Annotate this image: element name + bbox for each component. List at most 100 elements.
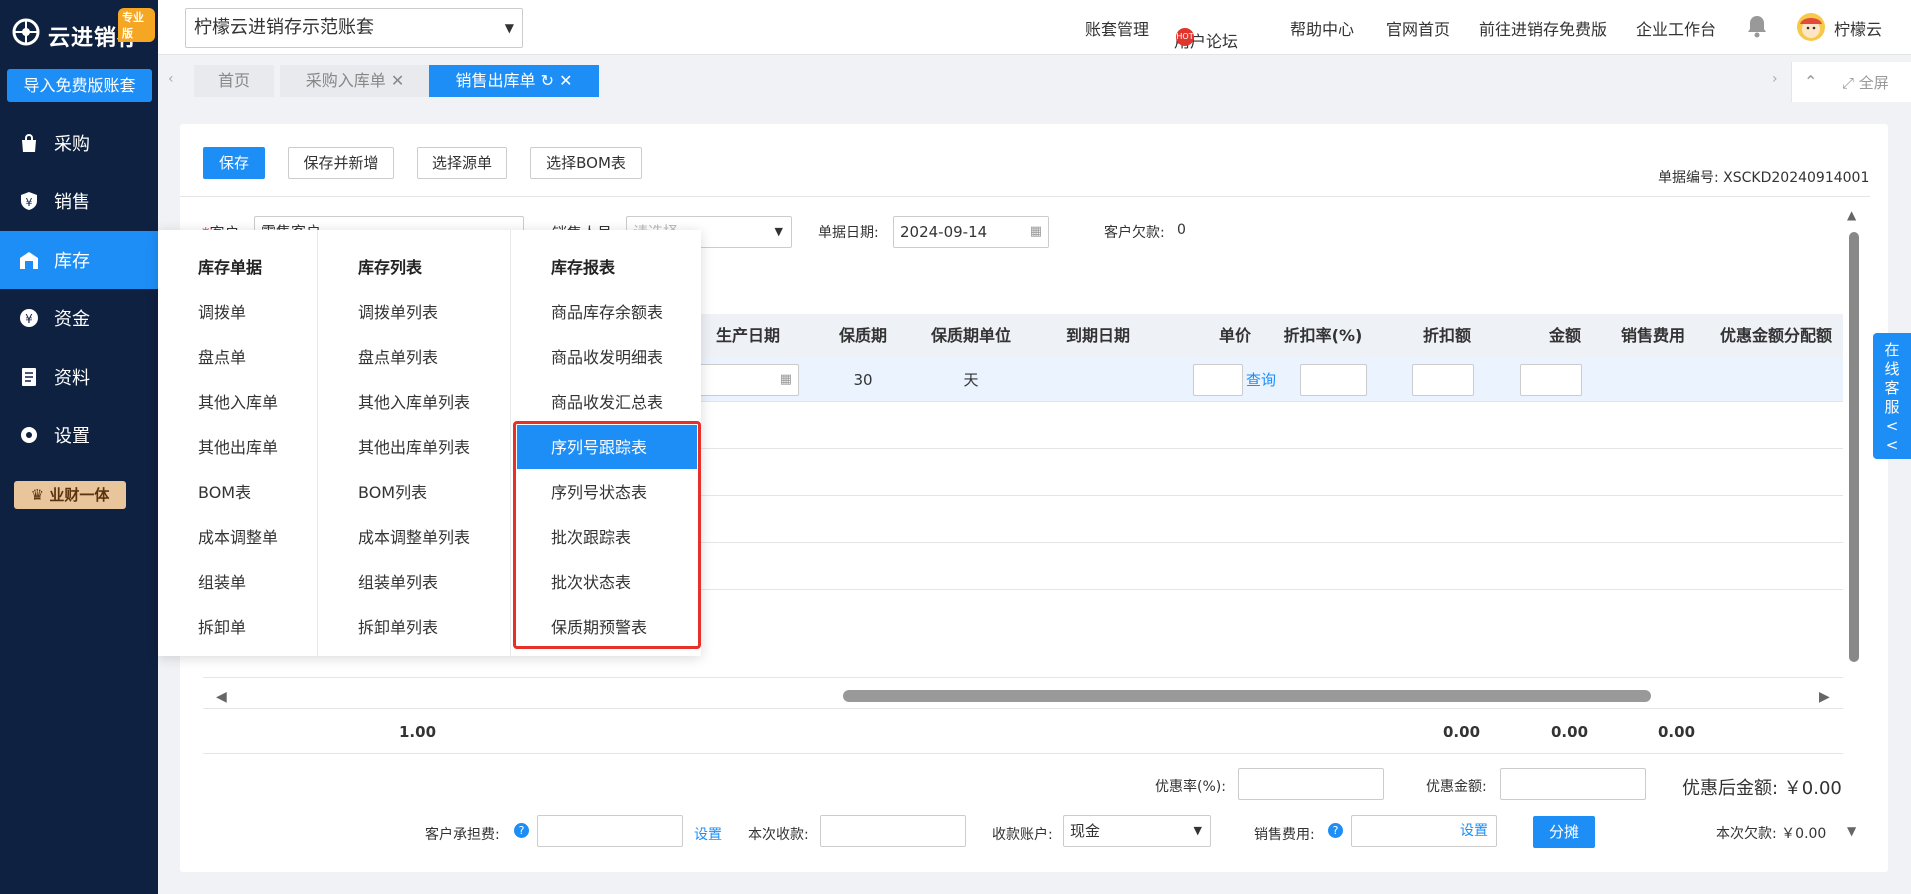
menu-item-cost-adjustment[interactable]: 成本调整单 bbox=[198, 524, 278, 548]
discount-amount-field[interactable] bbox=[1500, 768, 1646, 800]
total-quantity: 1.00 bbox=[399, 723, 437, 741]
current-debt: 本次欠款: ￥0.00 bbox=[1716, 826, 1827, 842]
select-source-button[interactable]: 选择源单 bbox=[417, 147, 507, 179]
menu-item-stock-balance[interactable]: 商品库存余额表 bbox=[551, 299, 663, 323]
fullscreen-button[interactable]: ⤢ 全屏 bbox=[1842, 72, 1889, 93]
menu-item-other-inbound-list[interactable]: 其他入库单列表 bbox=[358, 389, 470, 413]
menu-item-disassembly[interactable]: 拆卸单 bbox=[198, 614, 246, 638]
document-number: 单据编号: XSCKD20240914001 bbox=[1658, 170, 1870, 186]
help-icon[interactable]: ? bbox=[514, 823, 529, 838]
col-expiry-date: 到期日期 bbox=[1065, 326, 1130, 345]
col-sales-expense: 销售费用 bbox=[1620, 326, 1685, 345]
avatar[interactable] bbox=[1796, 12, 1826, 46]
set-link[interactable]: 设置 bbox=[1460, 816, 1488, 846]
divider bbox=[510, 230, 511, 656]
free-version-link[interactable]: 前往进销存免费版 bbox=[1479, 16, 1607, 40]
tab-tools: ⌃ ⤢ 全屏 bbox=[1791, 62, 1911, 102]
discount-rate-field[interactable] bbox=[1238, 768, 1384, 800]
col-shelf-life: 保质期 bbox=[838, 326, 887, 345]
scroll-up-icon[interactable]: ▲ bbox=[1847, 208, 1856, 222]
scroll-left-icon[interactable]: ◀ bbox=[216, 689, 227, 705]
tabs-scroll-right-icon[interactable]: › bbox=[1772, 71, 1778, 87]
scroll-down-icon[interactable]: ▼ bbox=[1847, 824, 1856, 838]
sidebar-item-data[interactable]: 资料 bbox=[0, 348, 158, 406]
inventory-documents-heading: 库存单据 bbox=[198, 258, 263, 277]
col-discount-rate: 折扣率(%) bbox=[1283, 326, 1363, 345]
horizontal-scrollbar[interactable] bbox=[843, 690, 1651, 702]
menu-item-other-outbound[interactable]: 其他出库单 bbox=[198, 434, 278, 458]
top-bar: 柠檬云进销存示范账套 ▼ 账套管理 用户论坛 HOT 帮助中心 官网首页 前往进销… bbox=[158, 0, 1911, 55]
customer-debt-value: 0 bbox=[1177, 222, 1186, 238]
sidebar-item-settings[interactable]: 设置 bbox=[0, 406, 158, 464]
help-center-link[interactable]: 帮助中心 bbox=[1290, 16, 1354, 40]
tab-purchase-receipt[interactable]: 采购入库单 ✕ bbox=[280, 65, 430, 97]
menu-item-other-inbound[interactable]: 其他入库单 bbox=[198, 389, 278, 413]
help-icon[interactable]: ? bbox=[1328, 823, 1343, 838]
discount-amount-input[interactable] bbox=[1412, 364, 1474, 396]
user-name[interactable]: 柠檬云 bbox=[1834, 16, 1882, 40]
menu-item-bom[interactable]: BOM表 bbox=[198, 479, 251, 503]
close-icon[interactable]: ✕ bbox=[559, 71, 572, 90]
official-site-link[interactable]: 官网首页 bbox=[1386, 16, 1450, 40]
amount-input[interactable] bbox=[1520, 364, 1582, 396]
close-icon[interactable]: ✕ bbox=[391, 71, 404, 90]
set-link[interactable]: 设置 bbox=[694, 824, 722, 844]
after-discount-amount: 优惠后金额: ￥0.00 bbox=[1682, 778, 1842, 799]
logo: 云进销存 专业版 bbox=[10, 8, 155, 51]
enterprise-workbench-link[interactable]: 企业工作台 bbox=[1636, 16, 1716, 40]
menu-item-other-outbound-list[interactable]: 其他出库单列表 bbox=[358, 434, 470, 458]
date-value: 2024-09-14 bbox=[900, 223, 988, 241]
collapse-up-icon[interactable]: ⌃ bbox=[1804, 72, 1817, 91]
menu-item-stock-movement-summary[interactable]: 商品收发汇总表 bbox=[551, 389, 663, 413]
calendar-icon[interactable]: ▦ bbox=[1030, 217, 1042, 247]
vertical-scrollbar[interactable] bbox=[1849, 232, 1859, 662]
tab-home[interactable]: 首页 bbox=[194, 65, 274, 97]
crown-icon: ♛ bbox=[30, 486, 45, 504]
split-button[interactable]: 分摊 bbox=[1533, 816, 1595, 848]
sales-fee-field[interactable]: 设置 bbox=[1351, 815, 1497, 847]
date-input[interactable]: 2024-09-14 ▦ bbox=[893, 216, 1049, 248]
menu-item-assembly-list[interactable]: 组装单列表 bbox=[358, 569, 438, 593]
receipt-field[interactable] bbox=[820, 815, 966, 847]
fullscreen-icon: ⤢ bbox=[1842, 74, 1855, 92]
save-and-new-button[interactable]: 保存并新增 bbox=[288, 147, 394, 179]
payment-account-select[interactable]: 现金 ▼ bbox=[1063, 815, 1211, 847]
sidebar-item-funds[interactable]: ¥ 资金 bbox=[0, 289, 158, 347]
menu-item-bom-list[interactable]: BOM列表 bbox=[358, 479, 427, 503]
menu-item-transfer-list[interactable]: 调拨单列表 bbox=[358, 299, 438, 323]
col-discount-allocation: 优惠金额分配额 bbox=[1719, 326, 1832, 345]
online-service-button[interactable]: 在线客服<< bbox=[1873, 333, 1911, 459]
bell-icon[interactable] bbox=[1746, 14, 1768, 42]
unit-price-input[interactable] bbox=[1193, 364, 1243, 396]
customer-fee-field[interactable] bbox=[537, 815, 683, 847]
gear-icon bbox=[18, 424, 40, 446]
menu-item-stocktake[interactable]: 盘点单 bbox=[198, 344, 246, 368]
date-label: 单据日期: bbox=[818, 225, 879, 241]
discount-rate-input[interactable] bbox=[1300, 364, 1367, 396]
save-button[interactable]: 保存 bbox=[203, 147, 265, 179]
sales-fee-label: 销售费用: bbox=[1254, 827, 1315, 843]
production-date-input[interactable]: ▦ bbox=[695, 364, 799, 396]
divider bbox=[180, 196, 1870, 197]
menu-item-transfer[interactable]: 调拨单 bbox=[198, 299, 246, 323]
sidebar-item-purchase[interactable]: 采购 bbox=[0, 114, 158, 172]
tabs-scroll-left-icon[interactable]: ‹ bbox=[168, 71, 174, 87]
menu-item-cost-adjustment-list[interactable]: 成本调整单列表 bbox=[358, 524, 470, 548]
query-link[interactable]: 查询 bbox=[1246, 358, 1276, 402]
import-free-account-button[interactable]: 导入免费版账套 bbox=[7, 69, 152, 102]
receipt-label: 本次收款: bbox=[748, 827, 809, 843]
select-bom-button[interactable]: 选择BOM表 bbox=[530, 147, 642, 179]
tab-sales-outbound[interactable]: 销售出库单 ↻ ✕ bbox=[429, 65, 599, 97]
sidebar-item-sales[interactable]: ¥ 销售 bbox=[0, 172, 158, 230]
bag-icon bbox=[18, 132, 40, 154]
scroll-right-icon[interactable]: ▶ bbox=[1819, 689, 1830, 705]
business-finance-button[interactable]: ♛ 业财一体 bbox=[14, 481, 126, 509]
calendar-icon[interactable]: ▦ bbox=[780, 365, 792, 395]
menu-item-disassembly-list[interactable]: 拆卸单列表 bbox=[358, 614, 438, 638]
refresh-icon[interactable]: ↻ bbox=[541, 71, 554, 90]
menu-item-assembly[interactable]: 组装单 bbox=[198, 569, 246, 593]
sidebar-item-inventory[interactable]: 库存 bbox=[0, 231, 158, 289]
menu-item-stock-movement-detail[interactable]: 商品收发明细表 bbox=[551, 344, 663, 368]
account-management-link[interactable]: 账套管理 bbox=[1085, 16, 1149, 40]
menu-item-stocktake-list[interactable]: 盘点单列表 bbox=[358, 344, 438, 368]
